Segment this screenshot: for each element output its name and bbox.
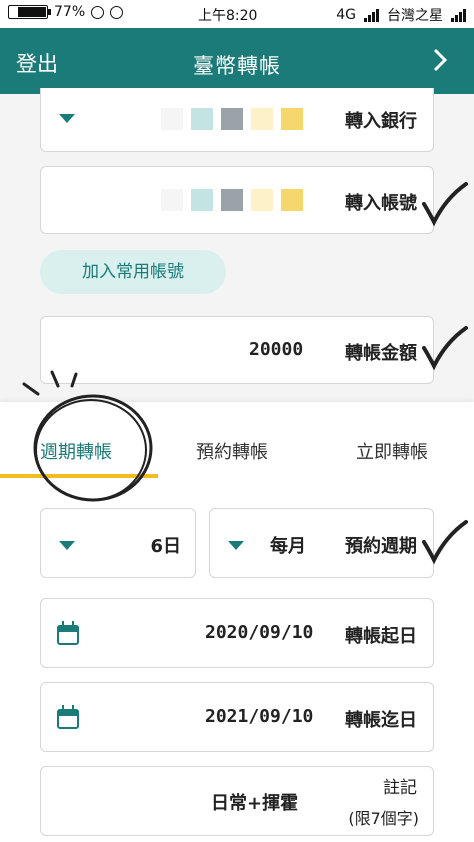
mask-block: [251, 189, 273, 211]
start-date-value: 2020/09/10: [205, 622, 314, 643]
check-mark-icon: [422, 520, 468, 565]
signal-icon-2: [451, 8, 466, 22]
page-title: 臺幣轉帳: [193, 54, 281, 78]
check-mark-icon: [422, 182, 468, 227]
masked-bank-name: [161, 108, 303, 130]
end-date-field[interactable]: 2021/09/10 轉帳迄日: [40, 682, 434, 752]
note-field[interactable]: 日常+揮霍 註記 (限7個字): [40, 766, 434, 836]
mask-block: [221, 108, 243, 130]
mask-block: [221, 189, 243, 211]
app-bar: 登出 臺幣轉帳: [0, 28, 474, 94]
chevron-down-icon: [228, 541, 244, 550]
chevron-down-icon: [59, 114, 75, 123]
battery-percent: 77%: [54, 4, 86, 20]
mask-block: [191, 108, 213, 130]
mask-block: [281, 108, 303, 130]
active-tab-indicator: [0, 474, 158, 478]
period-label: 預約週期: [345, 536, 417, 557]
tab-scheduled-transfer[interactable]: 預約轉帳: [196, 438, 268, 464]
calendar-icon[interactable]: [57, 705, 79, 729]
mask-block: [191, 189, 213, 211]
battery-icon: [8, 5, 51, 19]
amount-label: 轉帳金額: [345, 343, 417, 364]
tab-periodic-transfer[interactable]: 週期轉帳: [40, 438, 112, 464]
masked-account-number: [161, 189, 303, 211]
start-date-field[interactable]: 2020/09/10 轉帳起日: [40, 598, 434, 668]
mask-block: [251, 108, 273, 130]
day-value: 6日: [150, 536, 181, 557]
start-date-label: 轉帳起日: [345, 626, 417, 647]
status-left: 77%: [8, 4, 124, 20]
end-date-value: 2021/09/10: [205, 706, 314, 727]
chevron-down-icon: [59, 541, 75, 550]
period-select[interactable]: 每月 預約週期: [209, 508, 434, 578]
receiving-account-field[interactable]: 轉入帳號: [40, 166, 434, 234]
note-hint: (限7個字): [348, 809, 419, 828]
receiving-account-label: 轉入帳號: [345, 193, 417, 214]
chevron-right-icon[interactable]: [424, 44, 456, 76]
note-value: 日常+揮霍: [211, 793, 299, 814]
period-value: 每月: [270, 536, 306, 557]
add-common-account-button[interactable]: 加入常用帳號: [40, 250, 226, 294]
calendar-icon[interactable]: [57, 621, 79, 645]
signal-icon: [364, 8, 379, 22]
receiving-bank-select[interactable]: 轉入銀行: [40, 88, 434, 152]
mask-block: [281, 189, 303, 211]
carrier-name: 台灣之星: [387, 8, 443, 24]
sync-icon: [110, 5, 124, 19]
amount-field[interactable]: 20000 轉帳金額: [40, 316, 434, 384]
receiving-bank-label: 轉入銀行: [345, 111, 417, 132]
transfer-type-tabs: 週期轉帳 預約轉帳 立即轉帳: [0, 402, 474, 486]
status-bar: 77% 上午8:20 4G 台灣之星: [0, 0, 474, 28]
tab-immediate-transfer[interactable]: 立即轉帳: [356, 438, 428, 464]
network-type: 4G: [336, 7, 356, 23]
day-select[interactable]: 6日: [40, 508, 196, 578]
end-date-label: 轉帳迄日: [345, 710, 417, 731]
mask-block: [161, 108, 183, 130]
alarm-icon: [91, 5, 105, 19]
amount-value: 20000: [249, 339, 304, 360]
status-time: 上午8:20: [198, 8, 258, 24]
check-mark-icon: [422, 326, 468, 371]
mask-block: [161, 189, 183, 211]
status-right: 4G 台灣之星: [336, 5, 466, 25]
note-label: 註記: [383, 778, 417, 798]
